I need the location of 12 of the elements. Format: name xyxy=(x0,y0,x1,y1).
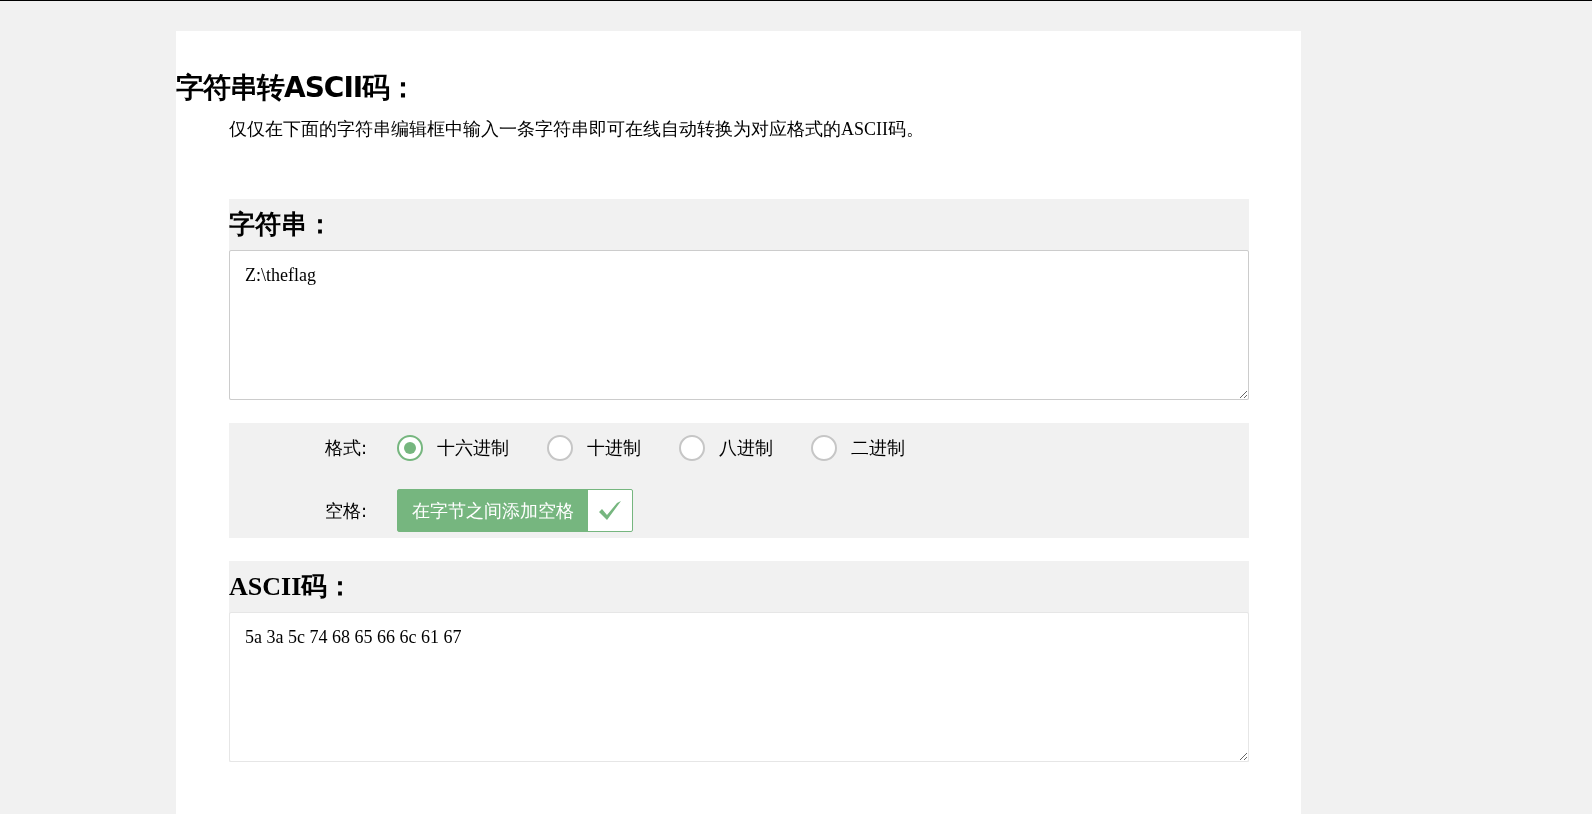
format-radio[interactable]: 十六进制 xyxy=(397,435,509,461)
page-title: 字符串转ASCII码： xyxy=(176,70,418,106)
section-heading: ASCII码： xyxy=(229,571,355,603)
intro-text: 仅仅在下面的字符串编辑框中输入一条字符串即可在线自动转换为对应格式的ASCII码。 xyxy=(229,118,925,141)
format-radio[interactable]: 十进制 xyxy=(547,435,641,461)
ascii-output-field[interactable]: 5a 3a 5c 74 68 65 66 6c 61 67 xyxy=(229,612,1249,762)
string-input-field[interactable]: Z:\theflag xyxy=(229,250,1249,400)
space-label: 空格: xyxy=(325,498,369,523)
format-label: 格式: xyxy=(325,436,369,460)
format-radio[interactable]: 二进制 xyxy=(811,435,905,461)
section-heading: 字符串： xyxy=(229,208,334,241)
format-radio[interactable]: 八进制 xyxy=(679,435,773,461)
